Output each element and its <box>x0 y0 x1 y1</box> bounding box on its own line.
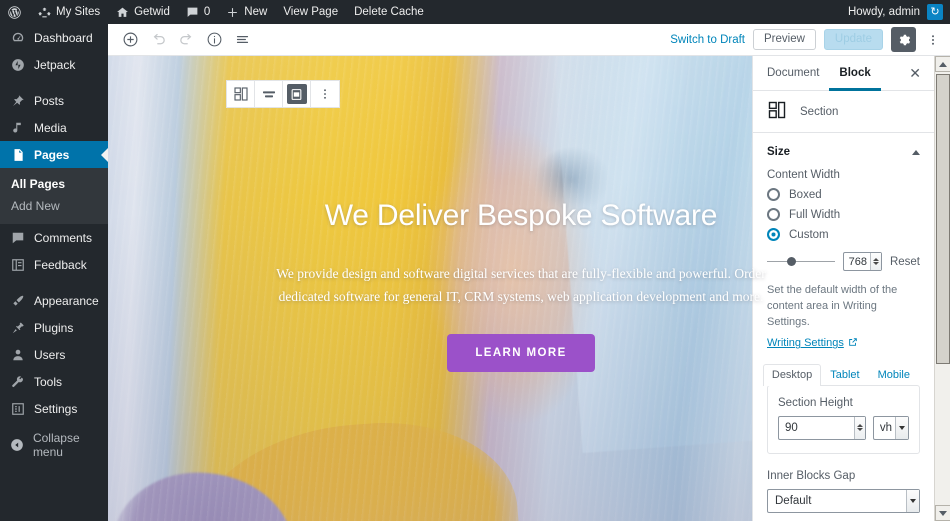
sidebar-item-label: Feedback <box>34 257 87 272</box>
tools-wrench-icon <box>9 375 26 389</box>
sidebar-item-appearance[interactable]: Appearance <box>0 287 108 314</box>
editor-canvas: We Deliver Bespoke Software We provide d… <box>108 56 934 521</box>
learn-more-button[interactable]: LEARN MORE <box>447 333 595 372</box>
kebab-menu-icon[interactable] <box>924 27 942 52</box>
sidebar-item-label: Jetpack <box>34 57 76 72</box>
sidebar-item-feedback[interactable]: Feedback <box>0 251 108 278</box>
settings-icon <box>9 402 26 416</box>
block-more-options-kebab-icon[interactable] <box>311 81 339 107</box>
align-full-width-icon[interactable] <box>255 81 283 107</box>
feedback-icon <box>9 258 26 272</box>
align-wide-icon[interactable] <box>283 81 311 107</box>
redo-icon[interactable] <box>172 26 200 54</box>
sidebar-submenu-pages: All Pages Add New <box>0 168 108 224</box>
hero-content: We Deliver Bespoke Software We provide d… <box>108 56 934 521</box>
sidebar-subitem-all-pages[interactable]: All Pages <box>0 173 108 195</box>
sidebar-item-jetpack[interactable]: Jetpack <box>0 51 108 78</box>
comments-icon <box>9 231 26 245</box>
dashboard-icon <box>9 31 26 45</box>
inspector-scrollbar-thumb[interactable] <box>936 74 950 364</box>
pin-icon <box>9 94 26 108</box>
pages-icon <box>9 148 26 162</box>
preview-button[interactable]: Preview <box>753 28 816 51</box>
admin-bar-comments[interactable]: 0 <box>178 0 218 24</box>
hero-title[interactable]: We Deliver Bespoke Software <box>325 199 718 233</box>
gear-icon[interactable] <box>891 27 916 52</box>
admin-bar-wordpress-logo[interactable] <box>0 0 30 24</box>
sidebar-item-comments[interactable]: Comments <box>0 224 108 251</box>
howdy-label: Howdy, admin <box>847 6 920 18</box>
sidebar-item-label: Posts <box>34 93 65 108</box>
sidebar-item-users[interactable]: Users <box>0 341 108 368</box>
home-icon <box>116 6 129 19</box>
jetpack-icon <box>9 58 26 72</box>
section-block[interactable]: We Deliver Bespoke Software We provide d… <box>108 56 934 521</box>
appearance-brush-icon <box>9 294 26 308</box>
admin-bar-new[interactable]: New <box>218 0 275 24</box>
sidebar-subitem-add-new[interactable]: Add New <box>0 195 108 217</box>
collapse-arrow-icon <box>9 438 25 452</box>
sidebar-item-label: Settings <box>34 401 78 416</box>
comment-bubble-icon <box>186 6 199 19</box>
users-icon <box>9 348 26 362</box>
admin-bar-delete-cache[interactable]: Delete Cache <box>346 0 432 24</box>
sidebar-item-pages[interactable]: Pages <box>0 141 109 168</box>
sidebar-item-label: Media <box>34 120 67 135</box>
sidebar-collapse-menu[interactable]: Collapse menu <box>0 430 108 459</box>
sidebar-item-label: Comments <box>34 230 93 245</box>
sidebar-item-label: Plugins <box>34 320 74 335</box>
admin-bar-view-page-label: View Page <box>283 6 339 18</box>
my-sites-icon <box>38 6 51 19</box>
media-icon <box>9 121 26 135</box>
editor-header-actions: Switch to Draft Preview Update <box>670 27 942 52</box>
admin-bar-comments-count: 0 <box>203 6 211 18</box>
sidebar-collapse-label: Collapse menu <box>32 430 80 459</box>
sidebar-divider <box>0 78 108 87</box>
admin-bar-my-sites-label: My Sites <box>56 6 101 18</box>
admin-bar-delete-cache-label: Delete Cache <box>354 6 424 18</box>
admin-bar-site-label: Getwid <box>134 6 170 18</box>
sidebar-divider <box>0 278 108 287</box>
block-editor: Switch to Draft Preview Update We Delive <box>108 24 950 521</box>
info-icon[interactable] <box>200 26 228 54</box>
sidebar-item-posts[interactable]: Posts <box>0 87 108 114</box>
plugins-icon <box>9 321 26 335</box>
undo-icon[interactable] <box>144 26 172 54</box>
admin-sidebar: Dashboard Jetpack Posts Media Pages All … <box>0 24 109 521</box>
sidebar-item-settings[interactable]: Settings <box>0 395 108 422</box>
admin-bar: My Sites Getwid 0 New View Page Delete C… <box>0 0 950 24</box>
hero-description[interactable]: We provide design and software digital s… <box>276 263 766 308</box>
sidebar-item-label: Pages <box>34 147 70 162</box>
admin-bar-new-label: New <box>244 6 268 18</box>
admin-bar-account[interactable]: Howdy, admin ↻ <box>848 4 950 20</box>
switch-to-draft-button[interactable]: Switch to Draft <box>670 34 745 46</box>
admin-bar-site-name[interactable]: Getwid <box>108 0 178 24</box>
update-button[interactable]: Update <box>823 28 883 51</box>
scroll-down-arrow-icon[interactable] <box>935 505 950 521</box>
sidebar-item-media[interactable]: Media <box>0 114 108 141</box>
inspector-scrollbar[interactable] <box>934 56 950 521</box>
sidebar-item-dashboard[interactable]: Dashboard <box>0 24 108 51</box>
avatar[interactable]: ↻ <box>927 4 943 20</box>
scroll-up-arrow-icon[interactable] <box>935 56 950 72</box>
sidebar-item-tools[interactable]: Tools <box>0 368 108 395</box>
section-block-icon[interactable] <box>227 81 255 107</box>
sidebar-item-plugins[interactable]: Plugins <box>0 314 108 341</box>
sidebar-item-label: Users <box>34 347 66 362</box>
block-navigation-icon[interactable] <box>228 26 256 54</box>
block-toolbar <box>226 80 340 108</box>
plus-icon <box>226 6 239 19</box>
admin-bar-my-sites[interactable]: My Sites <box>30 0 108 24</box>
sidebar-item-label: Tools <box>34 374 63 389</box>
sidebar-item-label: Appearance <box>34 293 99 308</box>
admin-bar-view-page[interactable]: View Page <box>275 0 346 24</box>
align-wide-selected-indicator <box>286 84 307 104</box>
wordpress-logo-icon <box>7 5 22 20</box>
add-block-plus-icon[interactable] <box>116 26 144 54</box>
editor-header: Switch to Draft Preview Update <box>108 24 950 56</box>
sidebar-item-label: Dashboard <box>34 30 93 45</box>
